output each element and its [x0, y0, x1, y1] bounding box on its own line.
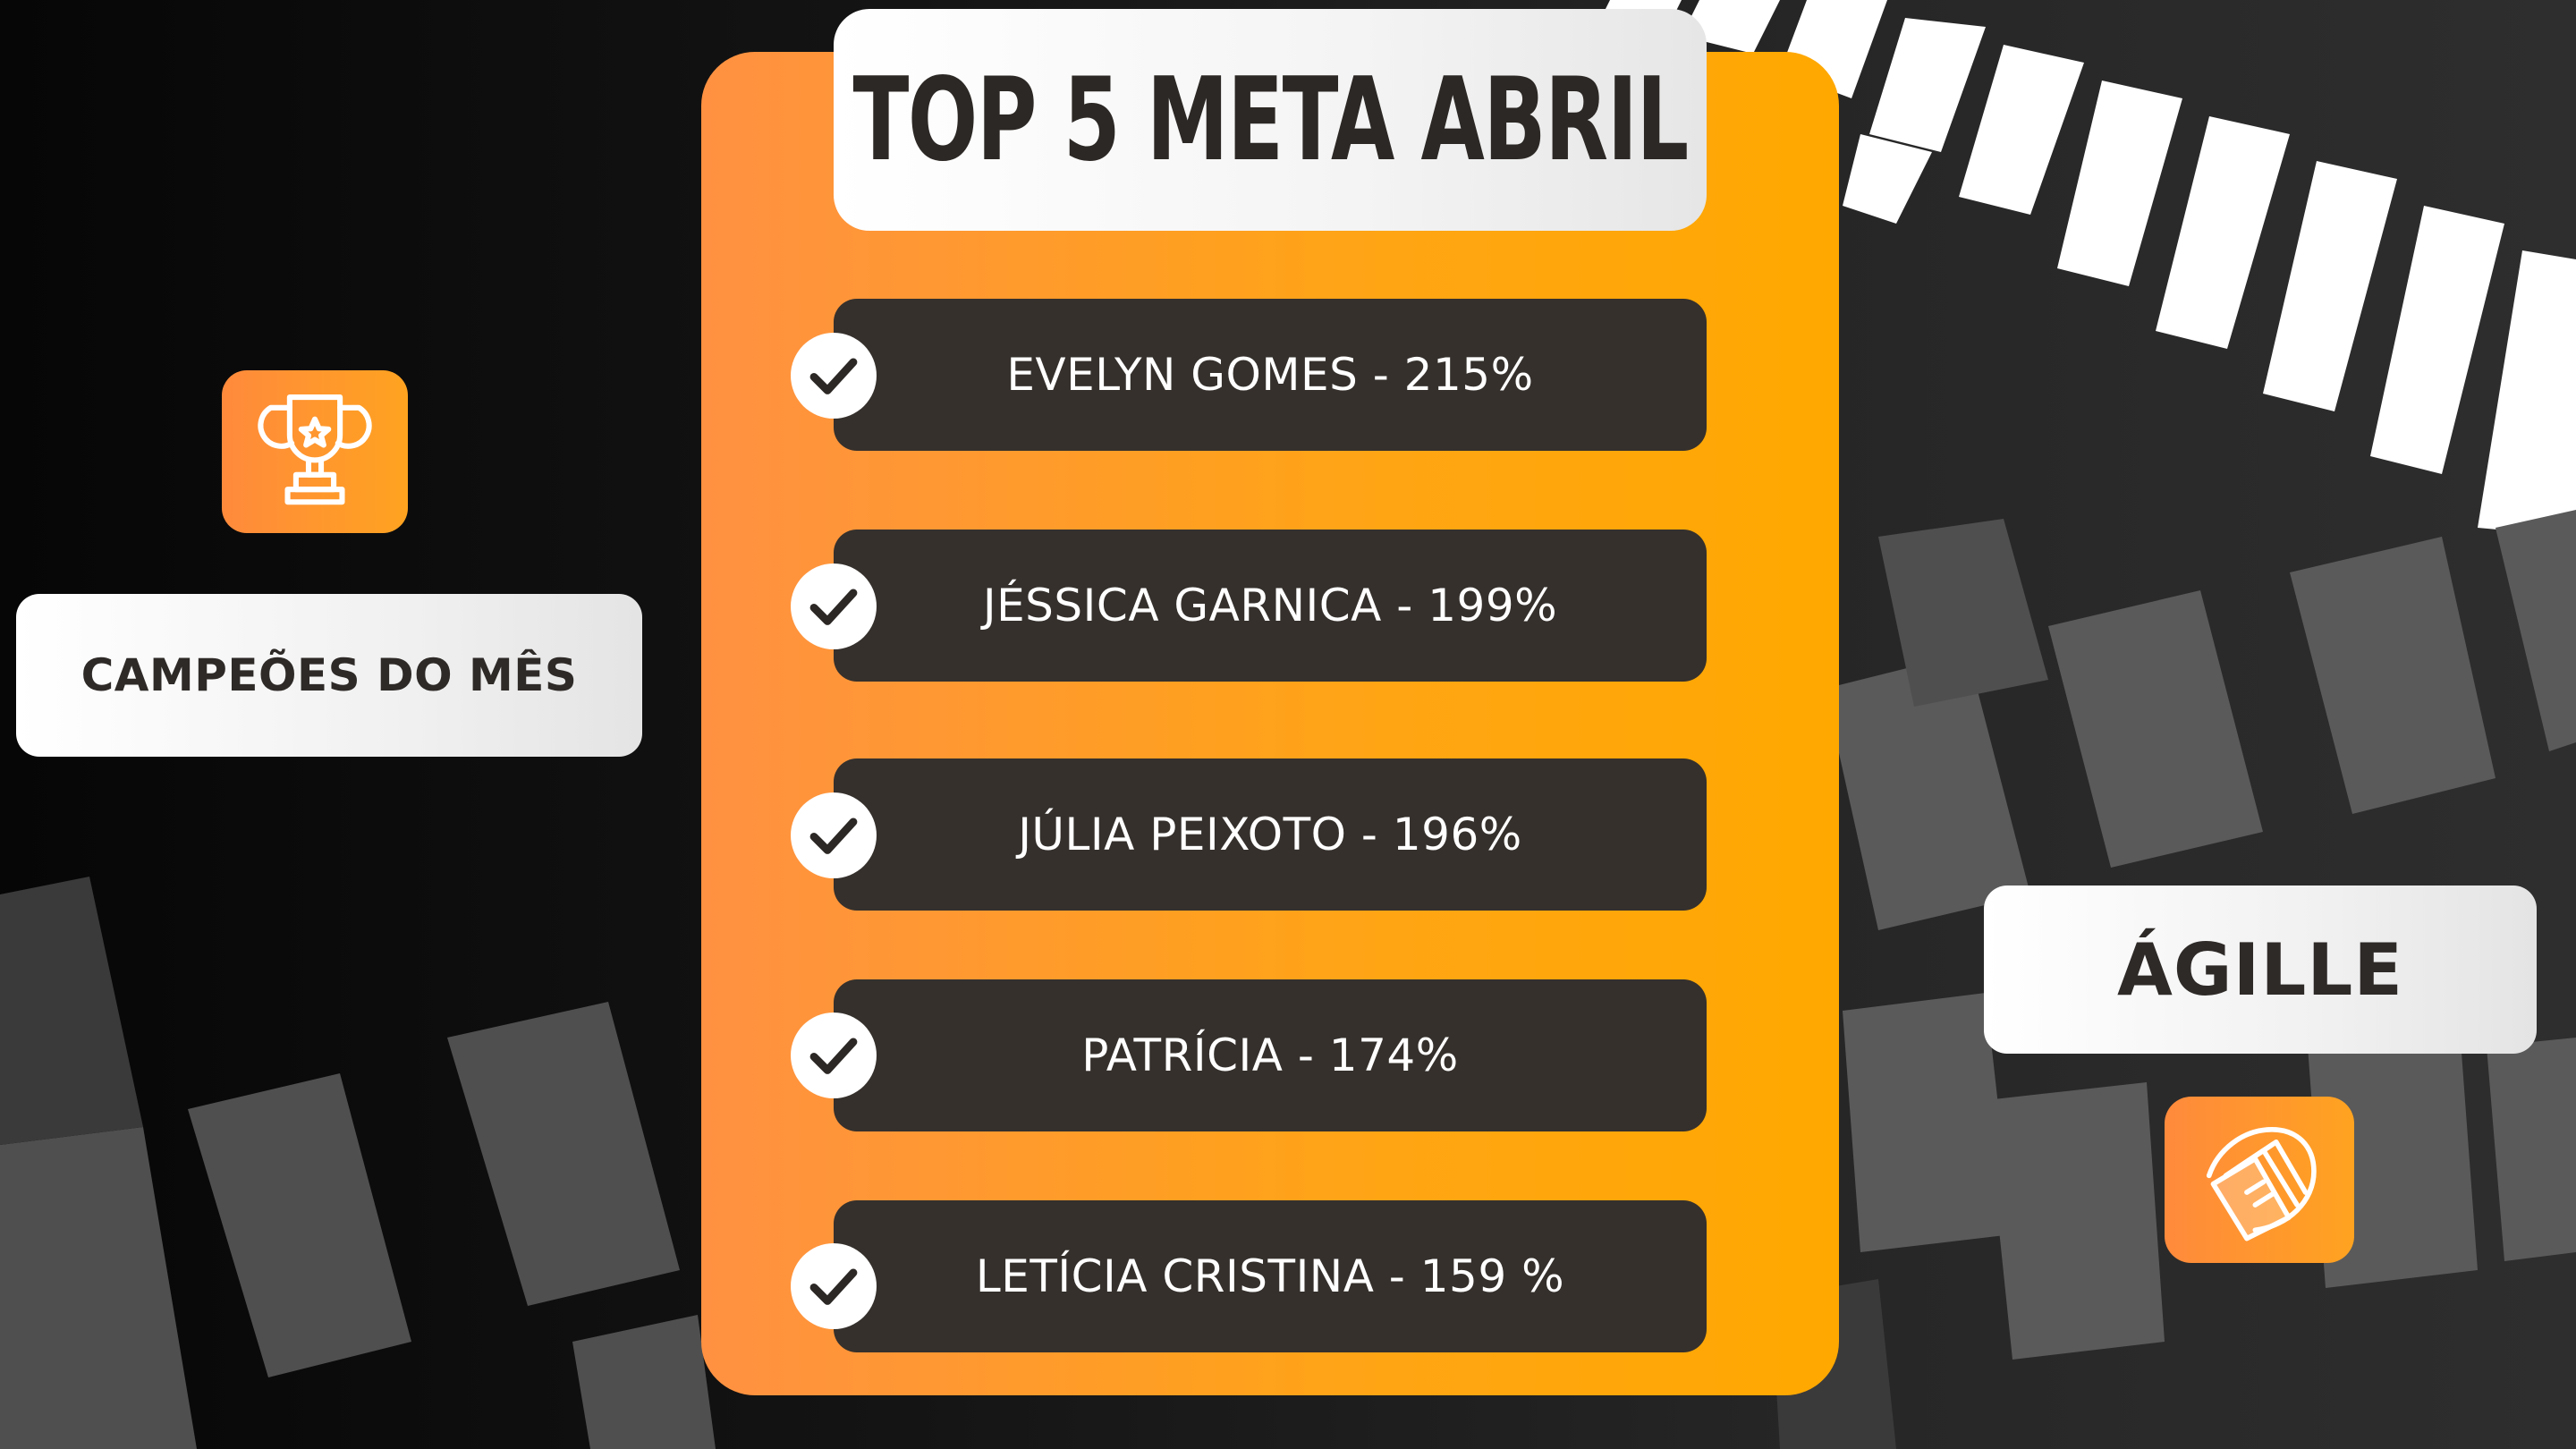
ranking-card: [701, 52, 1839, 1395]
check-circle-icon: [791, 564, 877, 649]
ranking-row-text: PATRÍCIA - 174%: [1081, 1030, 1459, 1081]
ranking-row-text: EVELYN GOMES - 215%: [1006, 349, 1534, 401]
page-title: TOP 5 META ABRIL: [852, 53, 1689, 187]
check-circle-icon: [791, 1013, 877, 1098]
money-badge: [2165, 1097, 2354, 1263]
ranking-row-text: JÚLIA PEIXOTO - 196%: [1018, 809, 1522, 860]
ranking-row-3: JÚLIA PEIXOTO - 196%: [834, 758, 1707, 911]
ranking-row-1: EVELYN GOMES - 215%: [834, 299, 1707, 451]
check-circle-icon: [791, 333, 877, 419]
ranking-row-5: LETÍCIA CRISTINA - 159 %: [834, 1200, 1707, 1352]
ranking-row-2: JÉSSICA GARNICA - 199%: [834, 530, 1707, 682]
trophy-icon: [258, 394, 372, 505]
check-circle-icon: [791, 792, 877, 878]
ranking-row-text: LETÍCIA CRISTINA - 159 %: [975, 1250, 1565, 1302]
check-circle-icon: [791, 1243, 877, 1329]
campeoes-label-text: CAMPEÕES DO MÊS: [80, 649, 578, 701]
title-banner: TOP 5 META ABRIL: [834, 9, 1707, 231]
brand-name: ÁGILLE: [2117, 928, 2403, 1012]
ranking-row-4: PATRÍCIA - 174%: [834, 979, 1707, 1131]
ranking-row-text: JÉSSICA GARNICA - 199%: [982, 580, 1558, 631]
trophy-badge: [222, 370, 408, 533]
campeoes-label: CAMPEÕES DO MÊS: [16, 594, 642, 757]
money-bills-icon: [2206, 1126, 2317, 1241]
brand-label: ÁGILLE: [1984, 886, 2537, 1054]
